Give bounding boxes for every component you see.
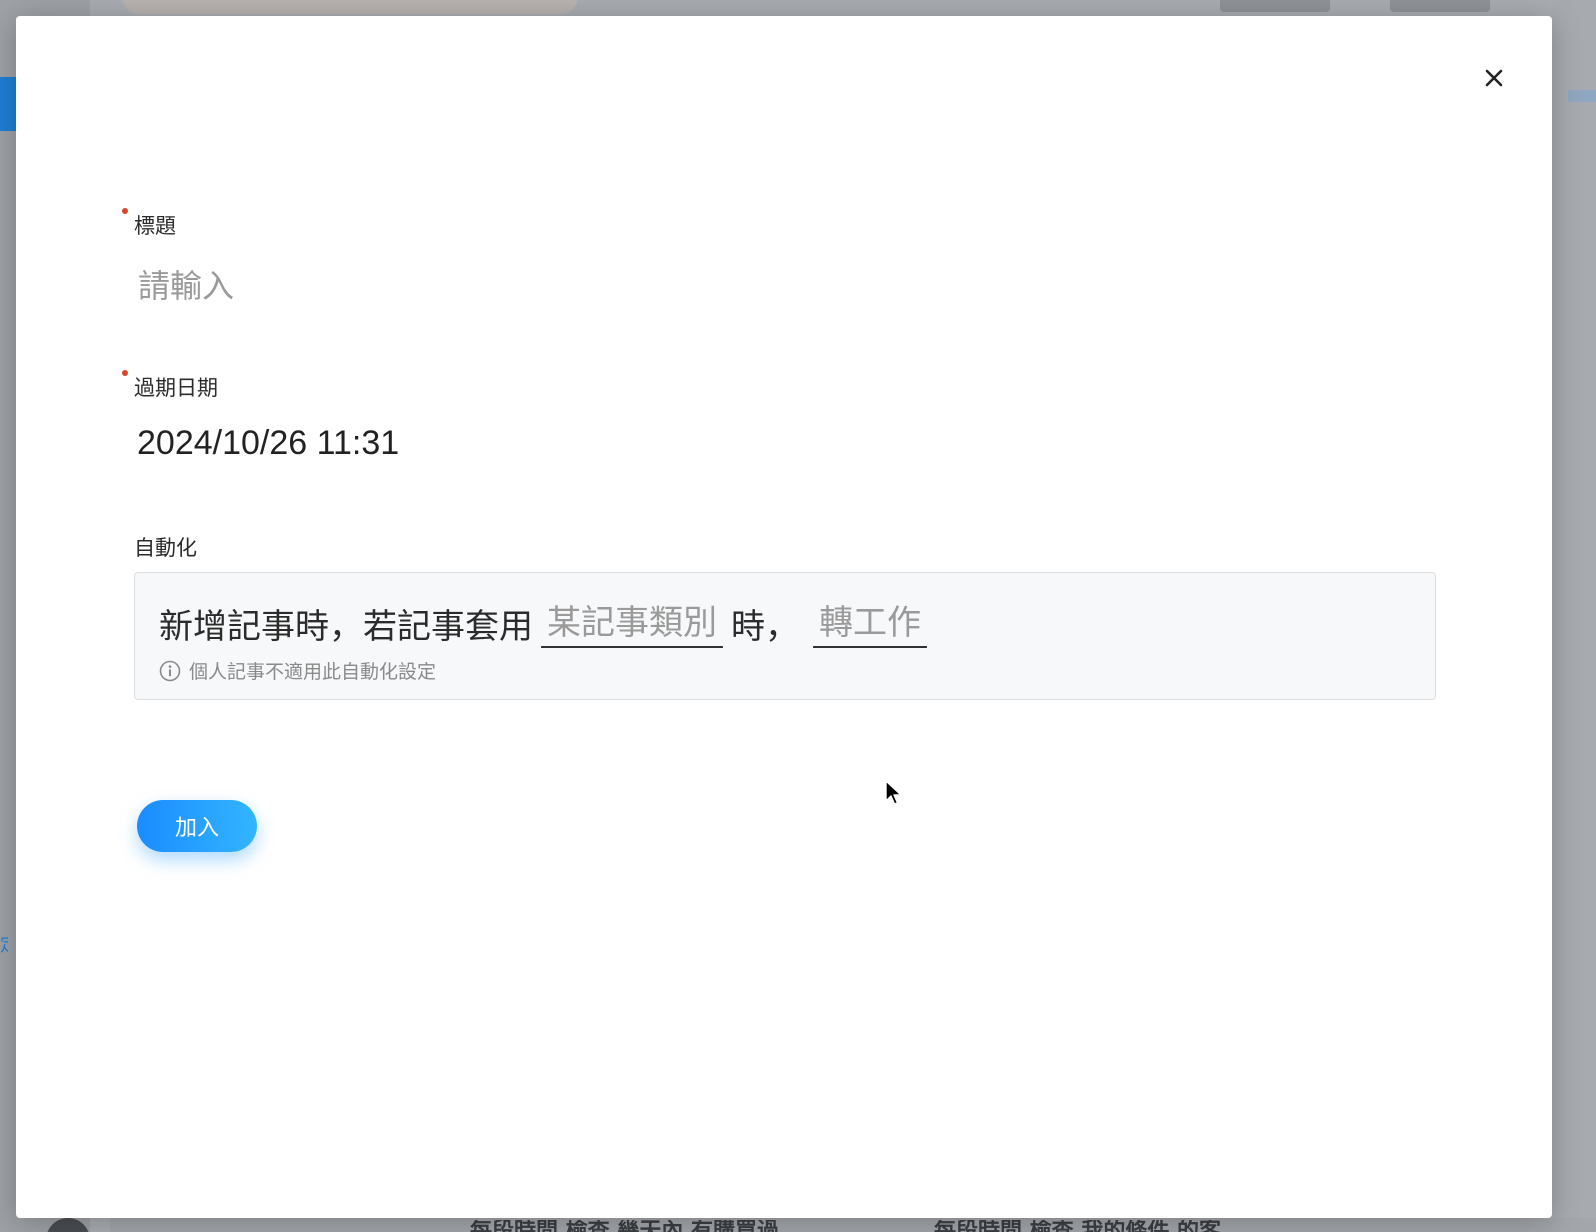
title-label: 標題 [134, 214, 176, 238]
due-date-label: 過期日期 [134, 376, 218, 400]
required-indicator [122, 208, 128, 214]
bg-sidebar-active-item [0, 77, 16, 131]
automation-hint: 個人記事不適用此自動化設定 [159, 657, 436, 684]
bg-card-text: 每段時間 檢查 我的條件 的客 [934, 1220, 1221, 1232]
automation-middle-text: 時， [731, 607, 799, 647]
bg-right-accent [1568, 90, 1596, 102]
close-icon [1485, 69, 1503, 87]
title-input[interactable] [134, 262, 1042, 310]
bg-right-edge [1552, 0, 1596, 1232]
close-button[interactable] [1476, 60, 1512, 96]
bg-card-text: 每段時間 檢查 幾天內 有購買過 [470, 1220, 779, 1232]
create-note-modal: 標題 過期日期 2024/10/26 11:31 自動化 新增記事時，若記事套用… [16, 16, 1552, 1218]
mouse-cursor-icon [885, 780, 902, 805]
automation-label: 自動化 [134, 536, 197, 560]
bg-sidebar-link: 定 [0, 936, 8, 956]
info-icon [159, 660, 181, 681]
due-date-picker[interactable]: 2024/10/26 11:31 [137, 424, 399, 463]
automation-sentence: 新增記事時，若記事套用 某記事類別 時， 轉工作 [159, 595, 935, 648]
bg-bottom-strip [110, 1218, 1596, 1232]
automation-action-select[interactable]: 轉工作 [813, 595, 927, 648]
required-indicator [122, 370, 128, 376]
automation-prefix-text: 新增記事時，若記事套用 [159, 607, 533, 647]
bg-topbar-item [1220, 0, 1330, 12]
note-category-select[interactable]: 某記事類別 [541, 595, 723, 648]
automation-box: 新增記事時，若記事套用 某記事類別 時， 轉工作 個人記事不適用此自動化設定 [134, 572, 1436, 700]
bg-search-bar [122, 0, 578, 14]
automation-hint-text: 個人記事不適用此自動化設定 [189, 661, 437, 683]
bg-topbar-item [1390, 0, 1490, 12]
add-button[interactable]: 加入 [137, 800, 257, 852]
